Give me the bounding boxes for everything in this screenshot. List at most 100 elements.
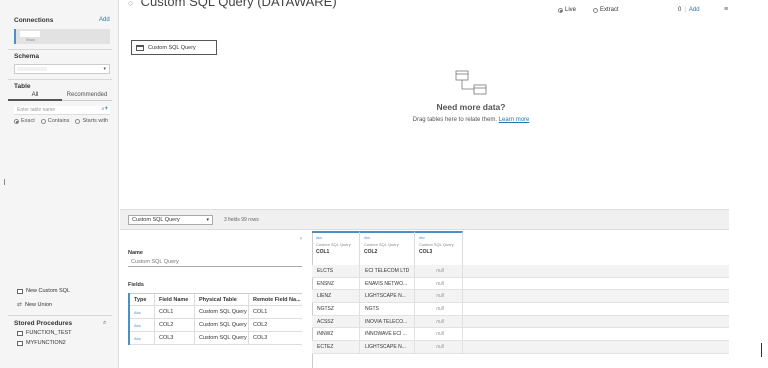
field-type-icon[interactable]: Abc <box>130 306 155 318</box>
grid-column-header[interactable]: Abc Custom SQL Query COL2 <box>360 231 415 265</box>
stored-procedures-heading: Stored Procedures <box>14 320 73 327</box>
grid-cell: null <box>415 315 463 328</box>
tab-recommended[interactable]: Recommended <box>62 91 112 101</box>
learn-more-link[interactable]: Learn more <box>499 117 530 123</box>
union-icon: ⇄ <box>17 302 23 308</box>
table-row[interactable]: ACSSZ INOVIA TELECO... null <box>312 315 729 329</box>
add-filter-link[interactable]: Add <box>689 7 700 13</box>
grid-cell: NGTS <box>360 303 415 315</box>
grid-cell: ELCTS <box>312 265 360 277</box>
grid-cell: ECI TELECOM LTD <box>360 265 415 277</box>
grid-cell: INOVIA TELECO... <box>360 315 415 328</box>
procedure-icon <box>17 340 23 346</box>
table-row[interactable]: Abc COL1 Custom SQL Query COL1 <box>130 306 302 319</box>
table-row[interactable]: Abc COL3 Custom SQL Query COL3 <box>130 332 302 345</box>
string-type-icon[interactable]: Abc <box>419 236 458 240</box>
need-more-title: Need more data? <box>436 102 506 112</box>
column-header[interactable]: Remote Field Na... <box>249 294 302 305</box>
grid-cell: NGTSZ <box>312 303 360 315</box>
field-type-icon[interactable]: Abc <box>130 332 155 344</box>
string-type-icon[interactable]: Abc <box>364 236 410 240</box>
radio-selected-icon <box>14 118 19 124</box>
page-title[interactable]: ○ Custom SQL Query (DATAWARE) <box>128 0 337 9</box>
table-select-dropdown[interactable]: Custom SQL Query ▾ <box>128 215 213 225</box>
add-connection-link[interactable]: Add <box>99 17 110 23</box>
schema-heading: Schema <box>14 53 39 60</box>
divider <box>8 79 112 80</box>
physical-table: Custom SQL Query <box>195 319 249 331</box>
radio-contains[interactable]: Contains <box>40 118 69 124</box>
fields-table-header: Type Field Name Physical Table Remote Fi… <box>130 293 302 306</box>
custom-sql-icon <box>17 288 23 294</box>
string-type-icon[interactable]: Abc <box>316 236 355 240</box>
table-row[interactable]: LIENZ LIGHTSCAPE N... null <box>312 290 729 304</box>
grid-cell: null <box>415 328 463 341</box>
remote-field-name: COL1 <box>253 309 268 315</box>
chevron-down-icon: ▾ <box>103 66 106 72</box>
grid-cell: ENSNZ <box>312 277 360 290</box>
grid-cell: LIGHTSCAPE N... <box>360 290 415 303</box>
left-sidebar: Connections Add Snow Schema ▾ Table All … <box>0 0 119 368</box>
tab-all[interactable]: All <box>8 91 62 101</box>
grid-column-header[interactable]: Abc Custom SQL Query COL1 <box>312 231 360 265</box>
data-grid-header: Abc Custom SQL Query COL1 Abc Custom SQL… <box>312 231 463 265</box>
table-row[interactable]: Abc COL2 Custom SQL Query COL2 <box>130 319 302 332</box>
custom-sql-query-pill[interactable]: Custom SQL Query <box>131 40 217 55</box>
grid-column-header[interactable]: Abc Custom SQL Query COL3 <box>415 231 463 265</box>
connection-subtitle: Snow <box>26 38 35 42</box>
table-row[interactable]: ECTEZ LIGHTSCAPE N... null <box>312 341 729 354</box>
field-type-icon[interactable]: Abc <box>130 319 155 331</box>
data-source-icon: ○ <box>128 0 134 8</box>
grid-cell: LIGHTSCAPE N... <box>360 341 415 353</box>
collapse-arrow-icon[interactable]: ‹ <box>300 236 302 242</box>
relate-tables-icon <box>455 70 487 95</box>
table-search-input[interactable]: Enter table name ⌕+ <box>14 106 110 115</box>
filters-count: 0 <box>678 7 682 13</box>
table-row[interactable]: ELCTS ECI TELECOM LTD null <box>312 265 729 278</box>
filters: 0 | Add <box>678 7 700 13</box>
stored-procedure-item[interactable]: FUNCTION_TEST <box>17 330 72 336</box>
name-label: Name <box>128 250 143 256</box>
radio-unselected-icon <box>593 7 598 13</box>
column-header[interactable]: Type <box>130 294 155 305</box>
connection-extract-radio[interactable]: Extract <box>593 7 619 13</box>
field-name: COL2 <box>155 319 195 331</box>
grid-cell: null <box>415 341 463 353</box>
new-custom-sql-button[interactable]: New Custom SQL <box>17 288 70 294</box>
fields-table: Type Field Name Physical Table Remote Fi… <box>128 293 302 345</box>
table-row[interactable]: ENSNZ ENAVIS NETWO... null <box>312 277 729 291</box>
separator: | <box>684 7 686 13</box>
connection-item[interactable]: Snow <box>14 29 110 44</box>
search-icon[interactable]: ⌕ <box>103 320 106 327</box>
remote-field-name: COL2 <box>253 322 268 328</box>
data-grid-body: ELCTS ECI TELECOM LTD null ENSNZ ENAVIS … <box>312 265 729 354</box>
fields-label: Fields <box>128 282 144 288</box>
column-header[interactable]: Field Name <box>155 294 195 305</box>
grid-cell: INNOWAVE ECI ... <box>360 328 415 341</box>
need-more-text: Drag tables here to relate them. Learn m… <box>412 117 530 123</box>
need-more-data-panel: Need more data? Drag tables here to rela… <box>400 70 542 123</box>
physical-table: Custom SQL Query <box>195 306 249 318</box>
stored-procedure-item[interactable]: MYFUNCTION2 <box>17 340 66 346</box>
table-icon <box>136 44 144 51</box>
table-row[interactable]: INNWZ INNOWAVE ECI ... null <box>312 328 729 342</box>
new-union-button[interactable]: ⇄ New Union <box>17 301 52 309</box>
table-heading: Table <box>14 83 31 90</box>
schema-select[interactable]: ▾ <box>14 64 110 74</box>
radio-starts-with[interactable]: Starts with <box>75 118 108 124</box>
connection-live-radio[interactable]: Live <box>558 7 576 13</box>
field-name: COL3 <box>155 332 195 344</box>
name-input[interactable]: Custom SQL Query <box>128 257 302 267</box>
match-options: Exact Contains Starts with <box>14 118 108 124</box>
add-table-icon[interactable]: + <box>104 106 108 112</box>
radio-exact[interactable]: Exact <box>14 118 35 124</box>
radio-unselected-icon <box>40 118 46 124</box>
remote-field-name: COL3 <box>253 335 268 341</box>
grid-cell: ENAVIS NETWO... <box>360 277 415 290</box>
grid-cell: LIENZ <box>312 290 360 303</box>
resize-handle[interactable] <box>4 179 5 185</box>
table-row[interactable]: NGTSZ NGTS null <box>312 303 729 316</box>
menu-icon[interactable]: ≡ <box>724 6 728 13</box>
column-header[interactable]: Physical Table <box>195 294 249 305</box>
grid-cell: null <box>415 265 463 277</box>
